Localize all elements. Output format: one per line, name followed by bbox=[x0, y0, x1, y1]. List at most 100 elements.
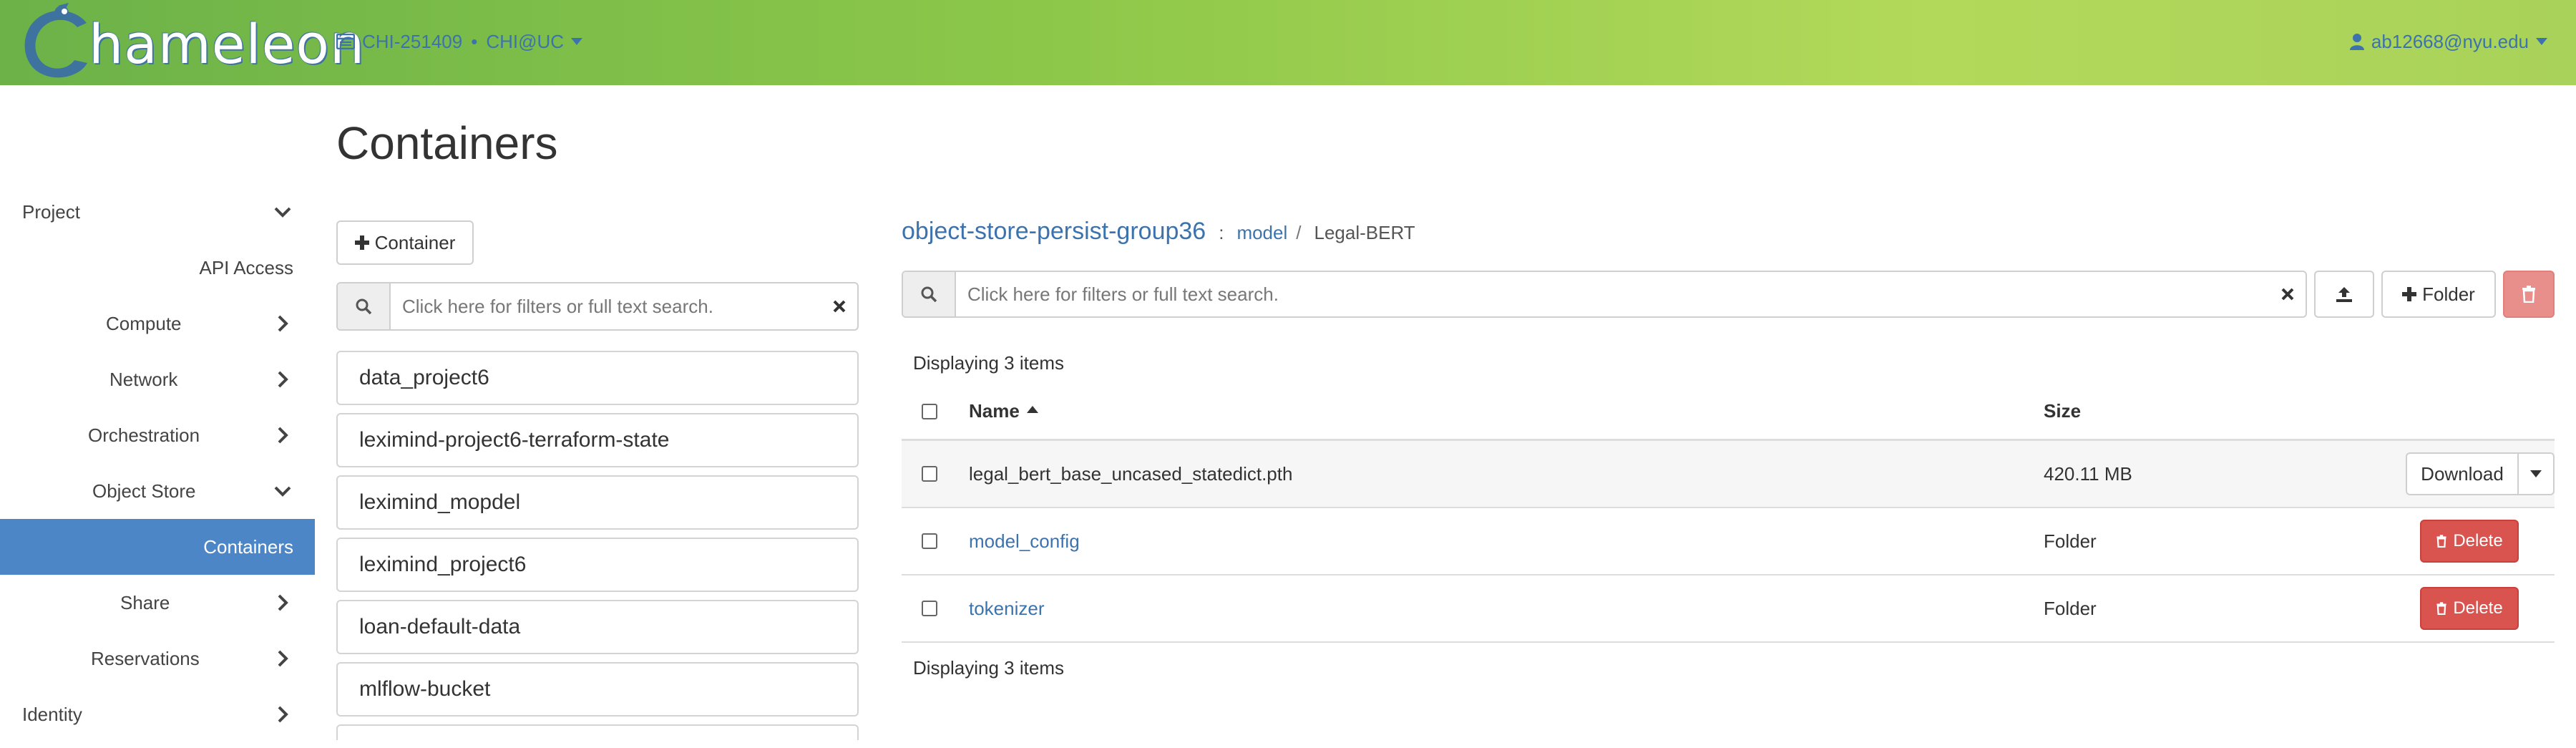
sidebar-item-label: Containers bbox=[203, 535, 293, 558]
list-item[interactable]: leximind_project6 bbox=[336, 538, 859, 592]
download-button-group: Download bbox=[2406, 452, 2555, 495]
logo-text: hameleon bbox=[89, 12, 366, 76]
add-container-button[interactable]: Container bbox=[336, 220, 474, 265]
list-item[interactable]: leximind-project6-terraform-state bbox=[336, 413, 859, 467]
search-icon bbox=[338, 283, 391, 329]
container-name: leximind_project6 bbox=[359, 553, 527, 576]
sidebar-item-reservations[interactable]: Reservations bbox=[0, 631, 315, 686]
sidebar-item-containers[interactable]: Containers bbox=[0, 519, 315, 575]
search-icon bbox=[903, 272, 956, 316]
object-search-input[interactable] bbox=[956, 272, 2270, 316]
upload-icon bbox=[2336, 287, 2352, 302]
clear-search-icon[interactable] bbox=[821, 283, 857, 329]
list-item[interactable] bbox=[336, 724, 859, 740]
sidebar-item-label: Identity bbox=[22, 703, 82, 725]
sidebar-item-network[interactable]: Network bbox=[0, 351, 315, 407]
table-header: Name Size bbox=[902, 384, 2555, 441]
chevron-down-icon bbox=[571, 38, 583, 45]
chameleon-logo[interactable]: hameleon bbox=[19, 3, 364, 82]
trash-icon bbox=[2436, 602, 2446, 615]
add-folder-button[interactable]: Folder bbox=[2381, 271, 2496, 318]
breadcrumb-colon: : bbox=[1219, 222, 1224, 243]
folder-link[interactable]: tokenizer bbox=[969, 598, 1045, 620]
sidebar-item-compute[interactable]: Compute bbox=[0, 296, 315, 351]
chevron-down-icon bbox=[2536, 38, 2547, 45]
sidebar-item-object-store[interactable]: Object Store bbox=[0, 463, 315, 519]
chevron-down-icon bbox=[2530, 470, 2542, 477]
breadcrumb-current: Legal-BERT bbox=[1314, 222, 1415, 243]
sidebar-item-label: Project bbox=[22, 200, 80, 223]
object-size: 420.11 MB bbox=[2044, 462, 2132, 485]
object-size: Folder bbox=[2044, 597, 2097, 619]
row-checkbox[interactable] bbox=[922, 533, 937, 549]
top-banner: hameleon CHI-251409 • CHI@UC ab12668@nyu… bbox=[0, 0, 2576, 85]
sidebar-item-label: Orchestration bbox=[88, 424, 200, 446]
breadcrumb-folder-link[interactable]: model bbox=[1236, 222, 1287, 244]
breadcrumb-container-link[interactable]: object-store-persist-group36 bbox=[902, 218, 1206, 246]
table-row: tokenizer Folder Delete bbox=[902, 575, 2555, 643]
trash-icon bbox=[2522, 286, 2535, 303]
trash-icon bbox=[2436, 535, 2446, 548]
objects-table: Name Size legal_bert_base_uncased_stated… bbox=[902, 384, 2555, 643]
chevron-right-icon bbox=[278, 315, 288, 332]
chevron-right-icon bbox=[278, 706, 288, 723]
site-label: CHI@UC bbox=[486, 30, 565, 52]
container-search-group bbox=[336, 282, 859, 331]
row-checkbox[interactable] bbox=[922, 601, 937, 616]
container-name: mlflow-bucket bbox=[359, 677, 491, 701]
folder-link[interactable]: model_config bbox=[969, 530, 1080, 553]
sidebar-item-identity[interactable]: Identity bbox=[0, 686, 315, 742]
user-icon bbox=[2349, 34, 2364, 50]
container-name: data_project6 bbox=[359, 366, 489, 389]
object-size: Folder bbox=[2044, 530, 2097, 552]
name-column-header[interactable]: Name bbox=[969, 400, 1038, 422]
download-button[interactable]: Download bbox=[2406, 452, 2519, 495]
sidebar-item-api-access[interactable]: API Access bbox=[0, 240, 315, 296]
display-count-top: Displaying 3 items bbox=[913, 352, 1064, 374]
project-icon bbox=[336, 34, 355, 49]
table-row: model_config Folder Delete bbox=[902, 508, 2555, 575]
delete-label: Delete bbox=[2453, 531, 2503, 550]
chevron-right-icon bbox=[278, 594, 288, 611]
size-column-header: Size bbox=[2044, 400, 2082, 422]
breadcrumb: object-store-persist-group36 : model / L… bbox=[902, 218, 1415, 253]
chevron-right-icon bbox=[278, 427, 288, 444]
user-menu[interactable]: ab12668@nyu.edu bbox=[2349, 27, 2547, 56]
delete-button[interactable]: Delete bbox=[2420, 520, 2519, 563]
add-container-label: Container bbox=[374, 231, 456, 253]
row-checkbox[interactable] bbox=[922, 466, 937, 482]
upload-button[interactable] bbox=[2314, 271, 2374, 318]
chevron-down-icon bbox=[274, 207, 291, 218]
container-name: leximind_mopdel bbox=[359, 490, 521, 514]
breadcrumb-separator: / bbox=[1296, 222, 1302, 243]
sidebar-item-orchestration[interactable]: Orchestration bbox=[0, 407, 315, 463]
list-item[interactable]: mlflow-bucket bbox=[336, 662, 859, 717]
clear-search-icon[interactable] bbox=[2270, 272, 2306, 316]
container-name: leximind-project6-terraform-state bbox=[359, 428, 670, 452]
select-all-checkbox[interactable] bbox=[922, 403, 937, 419]
list-item[interactable]: loan-default-data bbox=[336, 600, 859, 654]
display-count-bottom: Displaying 3 items bbox=[913, 657, 1064, 679]
sidebar-item-share[interactable]: Share bbox=[0, 575, 315, 631]
delete-label: Delete bbox=[2453, 598, 2503, 618]
project-picker[interactable]: CHI-251409 • CHI@UC bbox=[336, 27, 583, 56]
delete-button[interactable]: Delete bbox=[2420, 587, 2519, 630]
table-row: legal_bert_base_uncased_statedict.pth 42… bbox=[902, 441, 2555, 508]
name-header-label: Name bbox=[969, 400, 1020, 422]
page-title: Containers bbox=[336, 117, 558, 169]
chevron-down-icon bbox=[274, 486, 291, 497]
list-item[interactable]: leximind_mopdel bbox=[336, 475, 859, 530]
plus-icon bbox=[2402, 287, 2417, 301]
delete-selected-button[interactable] bbox=[2503, 271, 2555, 318]
sidebar-item-project[interactable]: Project bbox=[0, 184, 315, 240]
row-actions-dropdown[interactable] bbox=[2519, 452, 2555, 495]
object-name: legal_bert_base_uncased_statedict.pth bbox=[969, 462, 1293, 485]
sidebar-item-label: Network bbox=[109, 368, 178, 390]
project-separator: • bbox=[471, 30, 478, 52]
list-item[interactable]: data_project6 bbox=[336, 351, 859, 405]
sidebar-item-label: Share bbox=[120, 591, 170, 613]
sidebar-item-label: API Access bbox=[199, 256, 294, 278]
user-label: ab12668@nyu.edu bbox=[2371, 30, 2529, 52]
sidebar-item-label: Compute bbox=[106, 312, 182, 334]
container-search-input[interactable] bbox=[391, 283, 821, 329]
